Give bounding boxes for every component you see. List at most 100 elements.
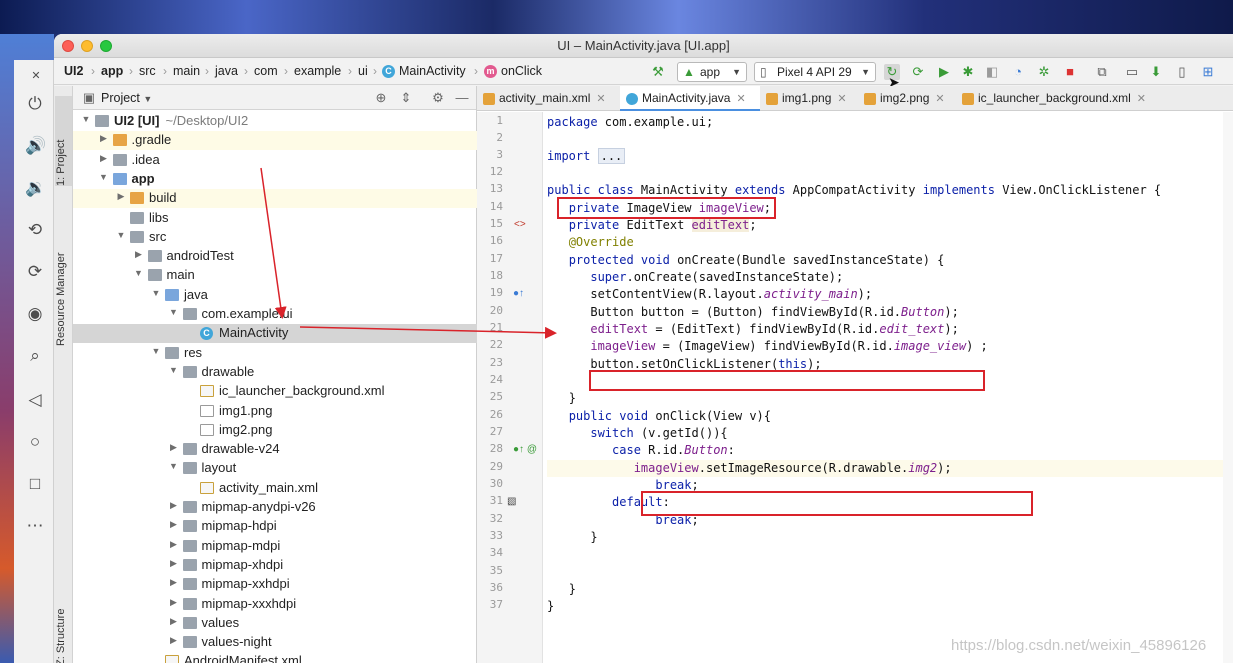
- tab-resource-manager[interactable]: Resource Manager: [55, 226, 72, 346]
- tab-img1-png[interactable]: img1.png ✕: [760, 86, 858, 111]
- tab-mainactivity-java[interactable]: MainActivity.java ✕: [620, 86, 760, 111]
- rotate-left-icon[interactable]: ⟲: [25, 220, 45, 240]
- chevron-down-icon[interactable]: ▼: [99, 172, 109, 182]
- tree-item[interactable]: C MainActivity: [73, 324, 477, 344]
- tree-item[interactable]: ▼ UI2 [UI] ~/Desktop/UI2: [73, 112, 477, 131]
- tree-item[interactable]: ▶ mipmap-hdpi: [73, 517, 477, 536]
- breadcrumb-main[interactable]: main: [173, 64, 200, 78]
- breadcrumb-ui[interactable]: ui: [358, 64, 368, 78]
- attach-debugger-icon[interactable]: ✲: [1036, 64, 1052, 80]
- tab-img2-png[interactable]: img2.png ✕: [858, 86, 956, 111]
- tree-item[interactable]: ▶ mipmap-xxhdpi: [73, 575, 477, 594]
- collapse-all-icon[interactable]: ⇕: [398, 90, 414, 106]
- sdk-manager-icon[interactable]: ⬇: [1148, 64, 1164, 80]
- chevron-right-icon[interactable]: ▶: [116, 191, 126, 202]
- override-gutter-icon[interactable]: ●↑: [513, 288, 524, 299]
- tree-item[interactable]: ▼ drawable: [73, 363, 477, 382]
- close-icon[interactable]: ✕: [26, 66, 46, 86]
- chevron-down-icon[interactable]: ▼: [169, 307, 179, 317]
- tree-item[interactable]: ▶ mipmap-mdpi: [73, 537, 477, 556]
- tab-ic-launcher-background-xml[interactable]: ic_launcher_background.xml ✕: [956, 86, 1166, 111]
- tree-item[interactable]: ▼ res: [73, 344, 477, 363]
- close-tab-icon[interactable]: ✕: [736, 93, 745, 105]
- tab-activity-main-xml[interactable]: activity_main.xml ✕: [477, 86, 620, 111]
- stop-icon[interactable]: ■: [1062, 64, 1078, 80]
- volume-down-icon[interactable]: 🔉: [25, 178, 46, 198]
- power-icon[interactable]: ⏻: [25, 94, 45, 114]
- chevron-right-icon[interactable]: ▶: [169, 519, 179, 530]
- tree-item[interactable]: ▶ build: [73, 189, 477, 209]
- chevron-right-icon[interactable]: ▶: [169, 442, 179, 453]
- chevron-right-icon[interactable]: ▶: [169, 558, 179, 569]
- breadcrumb-src[interactable]: src: [139, 64, 156, 78]
- device-select[interactable]: ▯ Pixel 4 API 29 ▼: [754, 62, 876, 82]
- chevron-down-icon[interactable]: ▼: [151, 346, 161, 356]
- zoom-icon[interactable]: ⌕: [25, 346, 45, 366]
- run-config-select[interactable]: ▲ app ▼: [677, 62, 747, 82]
- tree-item[interactable]: ▼ app: [73, 170, 477, 189]
- apply-code-changes-icon[interactable]: ⟳: [910, 64, 926, 80]
- breadcrumb-ui2[interactable]: UI2: [64, 64, 83, 78]
- tree-item[interactable]: ▶ .gradle: [73, 131, 477, 151]
- tree-item[interactable]: ▼ com.example.ui: [73, 305, 477, 324]
- breadcrumb-app[interactable]: app: [101, 64, 123, 78]
- tree-item[interactable]: ▶ values: [73, 614, 477, 633]
- chevron-right-icon[interactable]: ▶: [169, 597, 179, 608]
- tree-item[interactable]: ▶ values-night: [73, 633, 477, 652]
- chevron-right-icon[interactable]: ▶: [169, 539, 179, 550]
- sync-icon[interactable]: ⧉: [1094, 64, 1110, 80]
- close-tab-icon[interactable]: ✕: [596, 93, 605, 105]
- chevron-right-icon[interactable]: ▶: [169, 616, 179, 627]
- chevron-down-icon[interactable]: ▼: [81, 114, 91, 124]
- tab-project[interactable]: 1: Project: [55, 96, 72, 186]
- camera-icon[interactable]: ◉: [25, 304, 45, 324]
- tree-item[interactable]: ▶ drawable-v24: [73, 440, 477, 459]
- chevron-right-icon[interactable]: ▶: [169, 635, 179, 646]
- device-manager-icon[interactable]: ▯: [1174, 64, 1190, 80]
- implements-gutter-icon[interactable]: ●↑ @: [513, 444, 537, 455]
- more-icon[interactable]: ⋯: [25, 516, 45, 536]
- coverage-icon[interactable]: ◧: [984, 64, 1000, 80]
- tree-item[interactable]: ▶ androidTest: [73, 247, 477, 266]
- home-icon[interactable]: ○: [25, 432, 45, 452]
- tree-item[interactable]: ▼ layout: [73, 459, 477, 478]
- debug-icon[interactable]: ✱: [960, 64, 976, 80]
- tree-item[interactable]: ▼ main: [73, 266, 477, 285]
- chevron-right-icon[interactable]: ▶: [134, 249, 144, 260]
- hammer-icon[interactable]: ⚒: [650, 64, 666, 80]
- rotate-right-icon[interactable]: ⟳: [25, 262, 45, 282]
- close-tab-icon[interactable]: ✕: [935, 93, 944, 105]
- back-icon[interactable]: ◁: [25, 390, 45, 410]
- chevron-down-icon[interactable]: ▼: [169, 365, 179, 375]
- avd-manager-icon[interactable]: ▭: [1124, 64, 1140, 80]
- tree-item[interactable]: libs: [73, 209, 477, 228]
- chevron-down-icon[interactable]: ▼: [169, 461, 179, 471]
- run-icon[interactable]: ▶: [936, 64, 952, 80]
- class-gutter-icon[interactable]: <>: [514, 219, 526, 230]
- profile-icon[interactable]: ◔: [1010, 64, 1026, 80]
- volume-up-icon[interactable]: 🔊: [25, 136, 46, 156]
- folded-imports[interactable]: ...: [597, 148, 626, 164]
- chevron-right-icon[interactable]: ▶: [169, 577, 179, 588]
- tab-structure[interactable]: Z: Structure: [55, 586, 72, 663]
- hide-icon[interactable]: —: [454, 90, 470, 106]
- breadcrumb-onclick[interactable]: onClick: [501, 64, 542, 78]
- project-view-select[interactable]: Project ▼: [101, 91, 152, 105]
- breadcrumb-java[interactable]: java: [215, 64, 238, 78]
- image-gutter-icon[interactable]: ▧: [507, 496, 516, 507]
- breadcrumb-com[interactable]: com: [254, 64, 278, 78]
- tree-item[interactable]: AndroidManifest.xml: [73, 652, 477, 663]
- chevron-right-icon[interactable]: ▶: [99, 153, 109, 164]
- tree-item[interactable]: ic_launcher_background.xml: [73, 382, 477, 401]
- layout-inspector-icon[interactable]: ⊞: [1200, 64, 1216, 80]
- tree-item[interactable]: ▶ .idea: [73, 151, 477, 170]
- chevron-down-icon[interactable]: ▼: [151, 288, 161, 298]
- locate-icon[interactable]: ⊕: [373, 90, 389, 106]
- breadcrumb-example[interactable]: example: [294, 64, 341, 78]
- editor-scrollbar[interactable]: [1223, 112, 1233, 663]
- chevron-down-icon[interactable]: ▼: [116, 230, 126, 240]
- tree-item[interactable]: img2.png: [73, 421, 477, 440]
- tree-item[interactable]: ▶ mipmap-xhdpi: [73, 556, 477, 575]
- tree-item[interactable]: img1.png: [73, 402, 477, 421]
- tree-item[interactable]: activity_main.xml: [73, 479, 477, 498]
